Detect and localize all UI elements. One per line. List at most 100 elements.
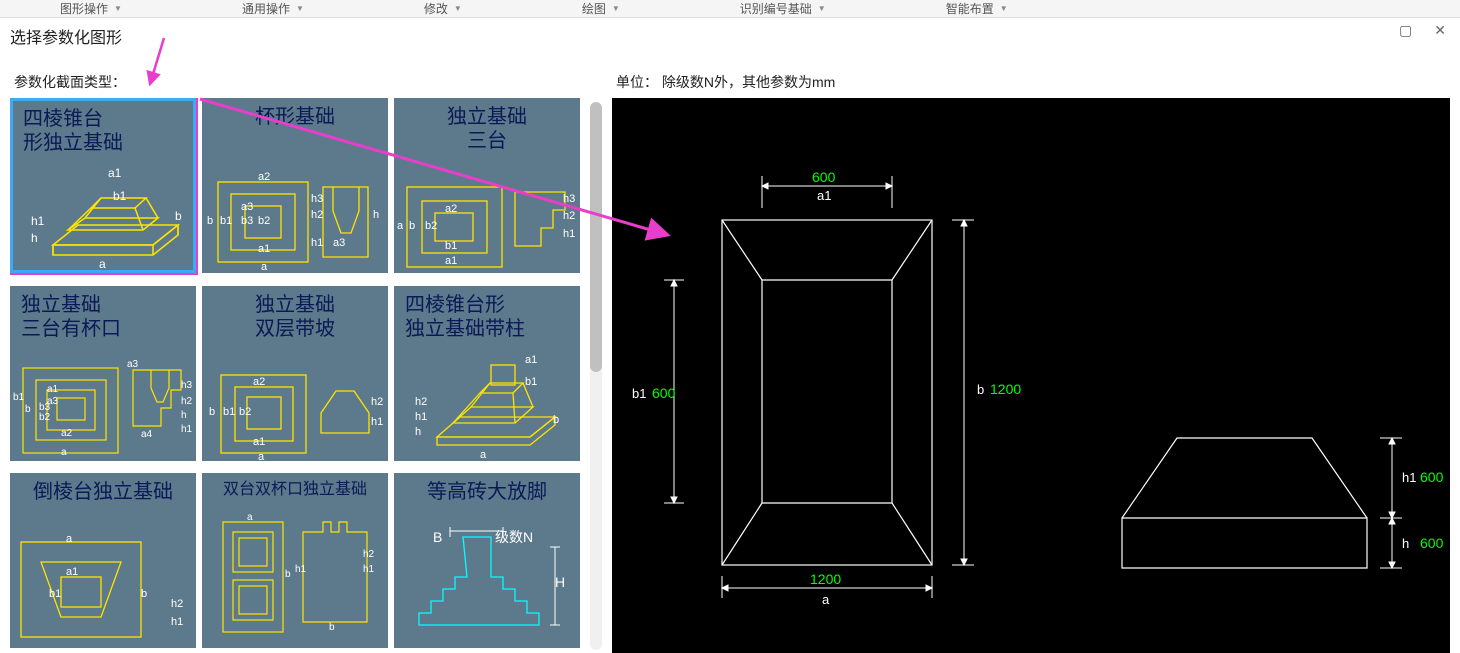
svg-text:b1: b1 xyxy=(220,215,232,227)
toolbar-item-3[interactable]: 绘图 xyxy=(522,0,680,17)
thumb-title: 独立基础 双层带坡 xyxy=(203,287,387,345)
svg-text:h2: h2 xyxy=(363,549,375,560)
shape-grid: 四棱锥台 形独立基础 a1 xyxy=(10,98,602,653)
svg-text:b: b xyxy=(25,404,31,415)
svg-text:h2: h2 xyxy=(171,598,183,610)
svg-text:b1: b1 xyxy=(49,588,61,600)
thumb-sketch-icon: a b h1 h2 h1 b xyxy=(203,502,388,647)
svg-text:B: B xyxy=(433,529,442,545)
dim-a1-value: 600 xyxy=(812,169,836,185)
svg-text:b: b xyxy=(207,215,213,227)
svg-text:a: a xyxy=(261,261,268,272)
svg-text:b: b xyxy=(285,569,291,580)
svg-text:a1: a1 xyxy=(66,566,78,578)
preview-drawing: 600 a1 1200 a b1 xyxy=(612,98,1450,653)
toolbar-item-1[interactable]: 通用操作 xyxy=(182,0,364,17)
scrollbar-thumb[interactable] xyxy=(590,102,602,372)
svg-text:h1: h1 xyxy=(171,616,183,628)
svg-text:a: a xyxy=(99,257,106,270)
svg-text:a1: a1 xyxy=(47,384,59,395)
svg-text:b1: b1 xyxy=(525,376,537,388)
svg-text:a1: a1 xyxy=(108,166,122,180)
section-type-label: 参数化截面类型： xyxy=(14,72,602,92)
close-button[interactable]: ✕ xyxy=(1428,20,1452,41)
svg-text:a: a xyxy=(397,220,404,232)
svg-text:h: h xyxy=(415,426,421,438)
shape-three-step-cup[interactable]: 独立基础 三台有杯口 b1 b a1 xyxy=(10,286,196,461)
svg-text:a3: a3 xyxy=(127,359,139,370)
svg-text:b: b xyxy=(553,414,559,426)
svg-text:a: a xyxy=(61,447,67,458)
grid-scrollbar[interactable] xyxy=(590,102,602,650)
thumb-sketch-icon: a a1 b1 b h2 h1 xyxy=(11,507,196,647)
thumb-title: 倒棱台独立基础 xyxy=(11,474,195,508)
svg-text:b2: b2 xyxy=(425,220,437,232)
svg-text:a: a xyxy=(247,512,253,523)
svg-text:a: a xyxy=(258,451,265,460)
thumb-sketch-icon: a b b2 a2 b1 a1 h3 h2 h1 xyxy=(395,157,580,272)
svg-text:h3: h3 xyxy=(181,380,193,391)
shape-two-layer-slope[interactable]: 独立基础 双层带坡 b b1 a2 b2 xyxy=(202,286,388,461)
dim-a1-label: a1 xyxy=(817,188,831,203)
svg-text:h1: h1 xyxy=(563,228,575,240)
svg-text:h1: h1 xyxy=(371,416,383,428)
svg-text:h1: h1 xyxy=(181,424,193,435)
svg-text:h3: h3 xyxy=(311,193,323,205)
svg-text:h2: h2 xyxy=(415,396,427,408)
dim-h-label: h xyxy=(1402,536,1409,551)
shape-independent-three-step[interactable]: 独立基础 三台 a b b2 a2 b1 xyxy=(394,98,580,273)
shape-pyramid-frustum[interactable]: 四棱锥台 形独立基础 a1 xyxy=(10,98,196,273)
svg-text:h1: h1 xyxy=(31,214,45,228)
thumb-sketch-icon: a1 b1 b a h1 h xyxy=(13,150,196,270)
svg-text:h3: h3 xyxy=(563,193,575,205)
svg-text:h: h xyxy=(31,231,38,245)
dim-h-value: 600 xyxy=(1420,535,1444,551)
dim-b1-value: 600 xyxy=(652,385,676,401)
dim-a-label: a xyxy=(822,592,830,607)
svg-text:h2: h2 xyxy=(371,396,383,408)
toolbar-item-5[interactable]: 智能布置 xyxy=(886,0,1068,17)
svg-text:h1: h1 xyxy=(415,411,427,423)
svg-text:a1: a1 xyxy=(445,255,457,267)
svg-text:h1: h1 xyxy=(363,564,375,575)
svg-text:h: h xyxy=(181,410,187,421)
svg-text:H: H xyxy=(555,574,565,590)
svg-text:b2: b2 xyxy=(39,412,51,423)
dim-b1-label: b1 xyxy=(632,386,646,401)
dim-b-label: b xyxy=(977,382,984,397)
shape-frustum-with-column[interactable]: 四棱锥台形 独立基础带柱 a1 b xyxy=(394,286,580,461)
svg-text:a2: a2 xyxy=(258,171,270,183)
shape-cup-foundation[interactable]: 杯形基础 b b1 a3 b3 a2 xyxy=(202,98,388,273)
shape-brick-footing[interactable]: 等高砖大放脚 B 级数N H xyxy=(394,473,580,648)
svg-text:h1: h1 xyxy=(295,564,307,575)
dim-b-value: 1200 xyxy=(990,381,1021,397)
svg-text:b1: b1 xyxy=(223,406,235,418)
svg-text:a4: a4 xyxy=(141,429,153,440)
shape-double-cup[interactable]: 双台双杯口独立基础 a b h1 xyxy=(202,473,388,648)
maximize-button[interactable]: ▢ xyxy=(1393,20,1418,41)
app-toolbar: 图形操作 通用操作 修改 绘图 识别编号基础 智能布置 xyxy=(0,0,1460,18)
svg-text:a2: a2 xyxy=(445,203,457,215)
thumb-title: 等高砖大放脚 xyxy=(395,474,579,508)
preview-canvas: 600 a1 1200 a b1 xyxy=(612,98,1450,653)
shape-inverted-frustum[interactable]: 倒棱台独立基础 a a1 b1 b h2 xyxy=(10,473,196,648)
svg-text:b1: b1 xyxy=(445,240,457,252)
thumb-sketch-icon: b b1 a3 b3 a2 b2 h3 h2 h h1 a3 a1 xyxy=(203,142,388,272)
toolbar-item-2[interactable]: 修改 xyxy=(364,0,522,17)
svg-text:a: a xyxy=(480,449,487,460)
svg-text:b: b xyxy=(329,622,335,633)
thumb-sketch-icon: b1 b a1 a3 b3 a2 b2 a a3 a4 h3 h2 xyxy=(11,340,196,460)
toolbar-item-4[interactable]: 识别编号基础 xyxy=(680,0,886,17)
svg-text:b1: b1 xyxy=(13,392,25,403)
svg-text:h2: h2 xyxy=(181,396,193,407)
svg-text:h: h xyxy=(373,209,379,221)
svg-text:b3: b3 xyxy=(241,215,253,227)
svg-text:a2: a2 xyxy=(61,428,73,439)
thumb-sketch-icon: B 级数N H xyxy=(395,507,580,647)
svg-text:a1: a1 xyxy=(525,354,537,366)
svg-text:b: b xyxy=(409,220,415,232)
toolbar-item-0[interactable]: 图形操作 xyxy=(0,0,182,17)
dim-h1-value: 600 xyxy=(1420,469,1444,485)
thumb-title: 独立基础 三台有杯口 xyxy=(11,287,195,345)
thumb-title: 四棱锥台形 独立基础带柱 xyxy=(395,287,579,345)
